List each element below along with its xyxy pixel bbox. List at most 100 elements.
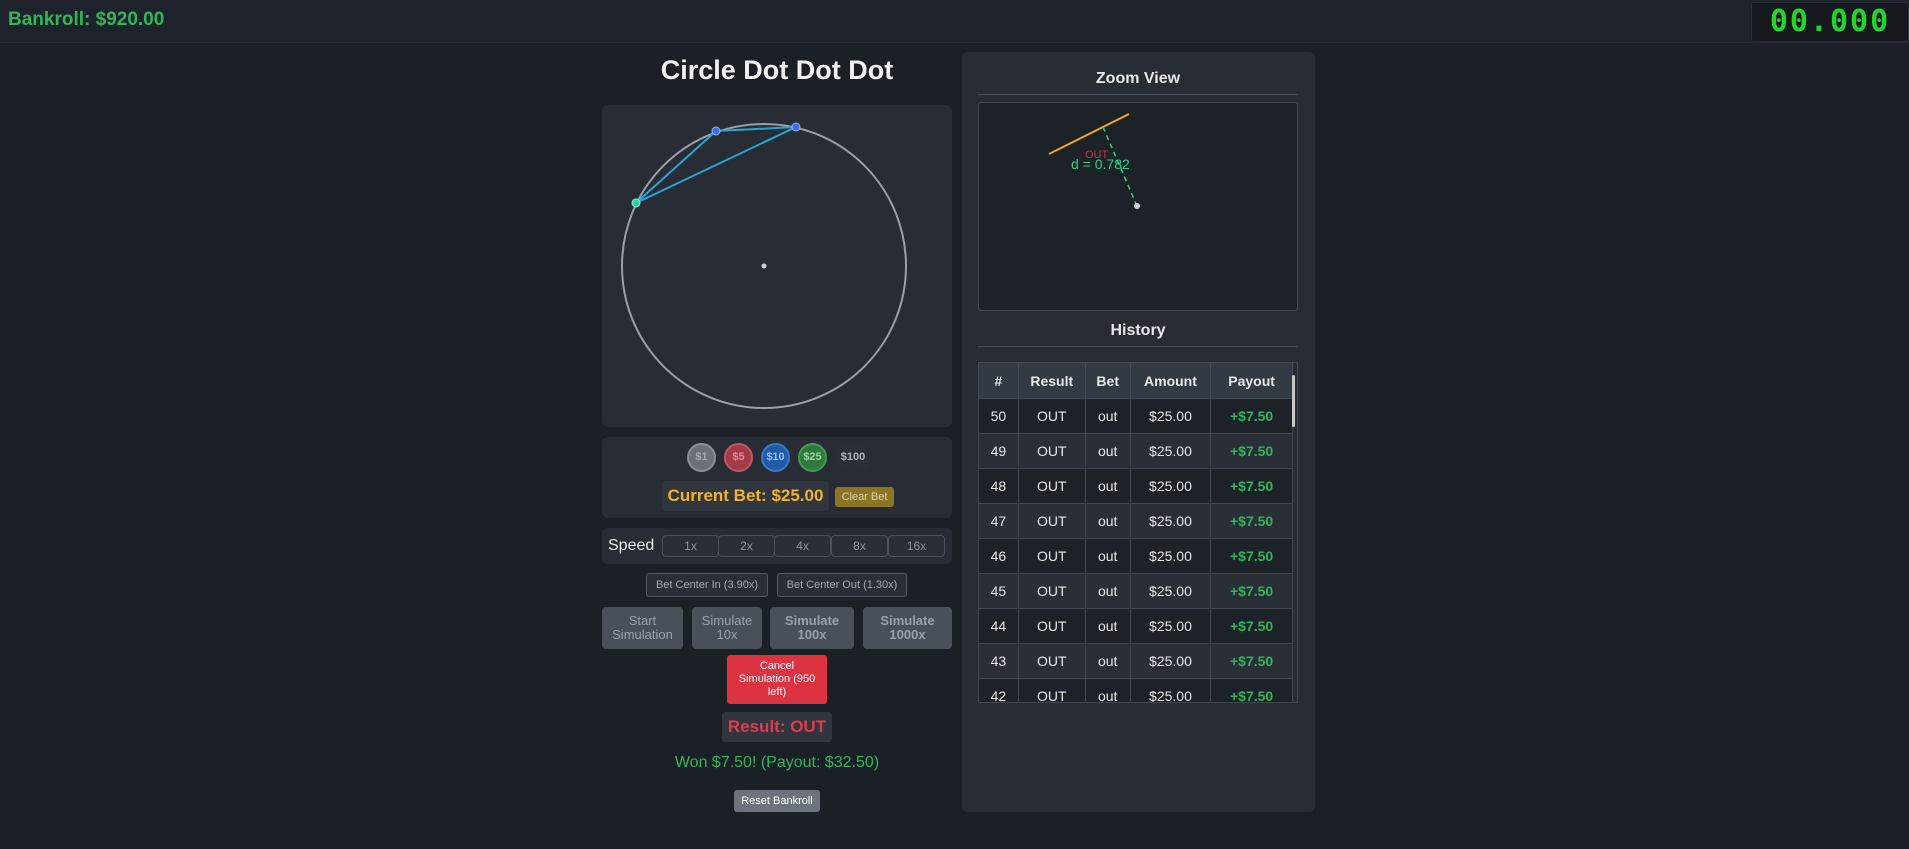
row-result: OUT xyxy=(1018,573,1086,609)
row-number: 45 xyxy=(979,573,1019,609)
zoom-view-title: Zoom View xyxy=(1095,70,1181,87)
table-row: 45 OUT out $25.00 +$7.50 xyxy=(979,573,1293,609)
row-number: 46 xyxy=(979,538,1019,574)
row-result: OUT xyxy=(1018,503,1086,539)
table-row: 44 OUT out $25.00 +$7.50 xyxy=(979,608,1293,644)
table-row: 50 OUT out $25.00 +$7.50 xyxy=(979,398,1293,434)
row-amount: $25.00 xyxy=(1130,433,1212,469)
table-row: 46 OUT out $25.00 +$7.50 xyxy=(979,538,1293,574)
table-row: 48 OUT out $25.00 +$7.50 xyxy=(979,468,1293,504)
row-number: 47 xyxy=(979,503,1019,539)
row-amount: $25.00 xyxy=(1130,643,1212,679)
simulate-10x-button[interactable]: Simulate 10x xyxy=(692,607,762,649)
column-header-result: Result xyxy=(1018,363,1086,399)
cancel-simulation-button[interactable]: Cancel Simulation (950 left) xyxy=(727,655,827,704)
row-result: OUT xyxy=(1018,468,1086,504)
speed-8x-button[interactable]: 8x xyxy=(831,535,888,557)
row-result: OUT xyxy=(1018,608,1086,644)
chip-25[interactable]: $25 xyxy=(798,443,827,472)
chip-5[interactable]: $5 xyxy=(724,443,753,472)
row-payout: +$7.50 xyxy=(1210,433,1293,469)
circle-dot xyxy=(791,122,801,132)
row-bet: out xyxy=(1085,503,1131,539)
row-bet: out xyxy=(1085,678,1131,702)
table-row: 47 OUT out $25.00 +$7.50 xyxy=(979,503,1293,539)
simulate-1000x-button[interactable]: Simulate 1000x xyxy=(863,607,952,649)
won-message: Won $7.50! (Payout: $32.50) xyxy=(674,754,880,771)
speed-16x-button[interactable]: 16x xyxy=(888,535,945,557)
row-amount: $25.00 xyxy=(1130,608,1212,644)
game-board[interactable] xyxy=(602,105,952,427)
row-payout: +$7.50 xyxy=(1210,538,1293,574)
row-amount: $25.00 xyxy=(1130,573,1212,609)
result-display: Result: OUT xyxy=(722,712,832,742)
row-number: 50 xyxy=(979,398,1019,434)
row-bet: out xyxy=(1085,608,1131,644)
speed-4x-button[interactable]: 4x xyxy=(774,535,831,557)
speed-2x-button[interactable]: 2x xyxy=(718,535,775,557)
chip-1[interactable]: $1 xyxy=(687,443,716,472)
chip-10[interactable]: $10 xyxy=(761,443,790,472)
row-result: OUT xyxy=(1018,678,1086,702)
row-result: OUT xyxy=(1018,538,1086,574)
row-payout: +$7.50 xyxy=(1210,468,1293,504)
history-title: History xyxy=(1110,322,1166,339)
divider xyxy=(978,346,1298,347)
row-number: 43 xyxy=(979,643,1019,679)
row-number: 48 xyxy=(979,468,1019,504)
row-bet: out xyxy=(1085,538,1131,574)
divider xyxy=(978,94,1298,95)
history-scrollbar[interactable] xyxy=(1292,375,1295,427)
zoom-view: OUT d = 0.782 xyxy=(978,102,1298,311)
history-table-container[interactable]: # Result Bet Amount Payout 50 OUT out $2… xyxy=(978,362,1298,703)
row-amount: $25.00 xyxy=(1130,538,1212,574)
chip-100[interactable]: $100 xyxy=(835,443,871,472)
table-row: 43 OUT out $25.00 +$7.50 xyxy=(979,643,1293,679)
row-payout: +$7.50 xyxy=(1210,678,1293,702)
speed-label: Speed xyxy=(608,537,655,554)
row-number: 44 xyxy=(979,608,1019,644)
row-bet: out xyxy=(1085,468,1131,504)
bet-center-in-button[interactable]: Bet Center In (3.90x) xyxy=(646,573,768,597)
simulate-100x-button[interactable]: Simulate 100x xyxy=(770,607,854,649)
row-payout: +$7.50 xyxy=(1210,503,1293,539)
row-amount: $25.00 xyxy=(1130,678,1212,702)
row-result: OUT xyxy=(1018,433,1086,469)
reset-bankroll-button[interactable]: Reset Bankroll xyxy=(734,790,820,812)
zoom-distance-label: d = 0.782 xyxy=(1071,156,1130,172)
column-header-amount: Amount xyxy=(1130,363,1212,399)
table-row: 49 OUT out $25.00 +$7.50 xyxy=(979,433,1293,469)
circle-dot xyxy=(631,198,641,208)
clear-bet-button[interactable]: Clear Bet xyxy=(835,487,894,507)
row-amount: $25.00 xyxy=(1130,503,1212,539)
timer-display: 00.000 xyxy=(1751,2,1909,42)
row-amount: $25.00 xyxy=(1130,398,1212,434)
current-bet-display: Current Bet: $25.00 xyxy=(662,481,829,511)
history-table: # Result Bet Amount Payout 50 OUT out $2… xyxy=(979,363,1293,702)
row-payout: +$7.50 xyxy=(1210,398,1293,434)
table-row: 42 OUT out $25.00 +$7.50 xyxy=(979,678,1293,702)
start-simulation-button[interactable]: Start Simulation xyxy=(602,607,683,649)
game-title: Circle Dot Dot Dot xyxy=(660,55,894,85)
circle-canvas[interactable] xyxy=(602,105,952,427)
zoom-canvas: OUT d = 0.782 xyxy=(1048,113,1140,209)
triangle-edge xyxy=(635,130,717,204)
row-number: 49 xyxy=(979,433,1019,469)
speed-1x-button[interactable]: 1x xyxy=(662,535,719,557)
row-payout: +$7.50 xyxy=(1210,573,1293,609)
top-bar: Bankroll: $920.00 00.000 xyxy=(0,0,1909,43)
row-bet: out xyxy=(1085,433,1131,469)
triangle-edge xyxy=(635,126,797,204)
row-bet: out xyxy=(1085,398,1131,434)
row-bet: out xyxy=(1085,643,1131,679)
row-bet: out xyxy=(1085,573,1131,609)
row-number: 42 xyxy=(979,678,1019,702)
column-header-bet: Bet xyxy=(1085,363,1131,399)
row-amount: $25.00 xyxy=(1130,468,1212,504)
row-result: OUT xyxy=(1018,643,1086,679)
column-header-number: # xyxy=(979,363,1019,399)
history-header-row: # Result Bet Amount Payout xyxy=(979,363,1293,399)
bet-center-out-button[interactable]: Bet Center Out (1.30x) xyxy=(777,573,907,597)
row-result: OUT xyxy=(1018,398,1086,434)
center-dot xyxy=(761,263,767,269)
